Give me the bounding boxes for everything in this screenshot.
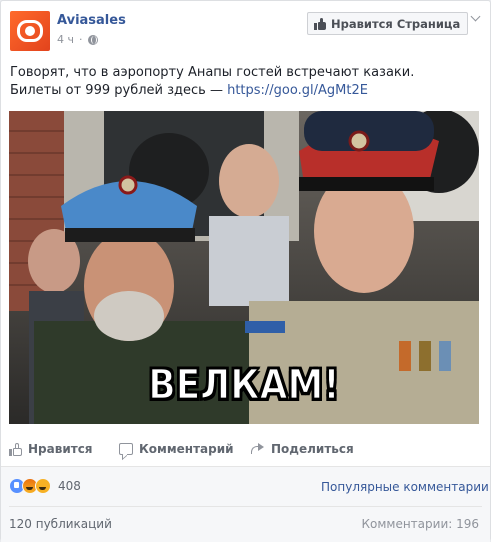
share-label: Поделиться bbox=[271, 442, 354, 456]
post-link[interactable]: https://goo.gl/AgMt2E bbox=[227, 83, 368, 98]
globe-icon bbox=[87, 34, 98, 45]
post-meta: 4 ч · bbox=[57, 33, 98, 46]
sort-label: Популярные комментарии bbox=[321, 480, 489, 494]
reaction-count: 408 bbox=[58, 479, 81, 493]
image-caption: ВЕЛКАМ! bbox=[148, 361, 341, 410]
comment-label: Комментарий bbox=[139, 442, 234, 456]
thumbs-up-icon bbox=[9, 442, 22, 456]
post-card: Aviasales 4 ч · Нравится Страница Говоря… bbox=[0, 0, 491, 542]
share-arrow-icon bbox=[251, 443, 265, 455]
comment-sort-dropdown[interactable]: Популярные комментарии bbox=[321, 480, 491, 494]
post-photo[interactable]: ВЕЛКАМ! bbox=[9, 111, 479, 424]
comment-bubble-icon bbox=[119, 443, 133, 455]
post-header: Aviasales 4 ч · Нравится Страница bbox=[1, 1, 490, 57]
page-name-link[interactable]: Aviasales bbox=[57, 13, 126, 28]
shares-count[interactable]: 120 публикаций bbox=[9, 517, 112, 531]
post-text-prefix: Билеты от 999 рублей здесь — bbox=[10, 83, 228, 98]
post-time[interactable]: 4 ч bbox=[57, 33, 74, 46]
meta-separator: · bbox=[79, 33, 83, 46]
post-text: Говорят, что в аэропорту Анапы гостей вс… bbox=[10, 64, 480, 100]
comments-count[interactable]: Комментарии: 196 bbox=[361, 517, 479, 531]
like-page-label: Нравится Страница bbox=[331, 16, 461, 31]
share-button[interactable]: Поделиться bbox=[251, 442, 354, 456]
like-button[interactable]: Нравится bbox=[9, 442, 93, 456]
aviasales-logo[interactable] bbox=[10, 11, 50, 51]
divider bbox=[9, 506, 482, 507]
chevron-down-icon[interactable] bbox=[471, 13, 481, 23]
post-text-line2: Билеты от 999 рублей здесь — https://goo… bbox=[10, 82, 480, 100]
like-label: Нравится bbox=[28, 442, 93, 456]
post-actions: Нравится Комментарий Поделиться bbox=[9, 435, 482, 463]
haha-icon bbox=[35, 478, 51, 494]
reactions-summary[interactable]: 408 bbox=[9, 478, 81, 494]
thumbs-up-icon bbox=[314, 17, 326, 30]
post-text-line1: Говорят, что в аэропорту Анапы гостей вс… bbox=[10, 65, 415, 80]
comment-button[interactable]: Комментарий bbox=[119, 442, 234, 456]
feedback-section: 408 Популярные комментарии 120 публикаци… bbox=[1, 466, 490, 542]
like-page-button[interactable]: Нравится Страница bbox=[307, 12, 469, 35]
logo-dot bbox=[25, 26, 35, 36]
